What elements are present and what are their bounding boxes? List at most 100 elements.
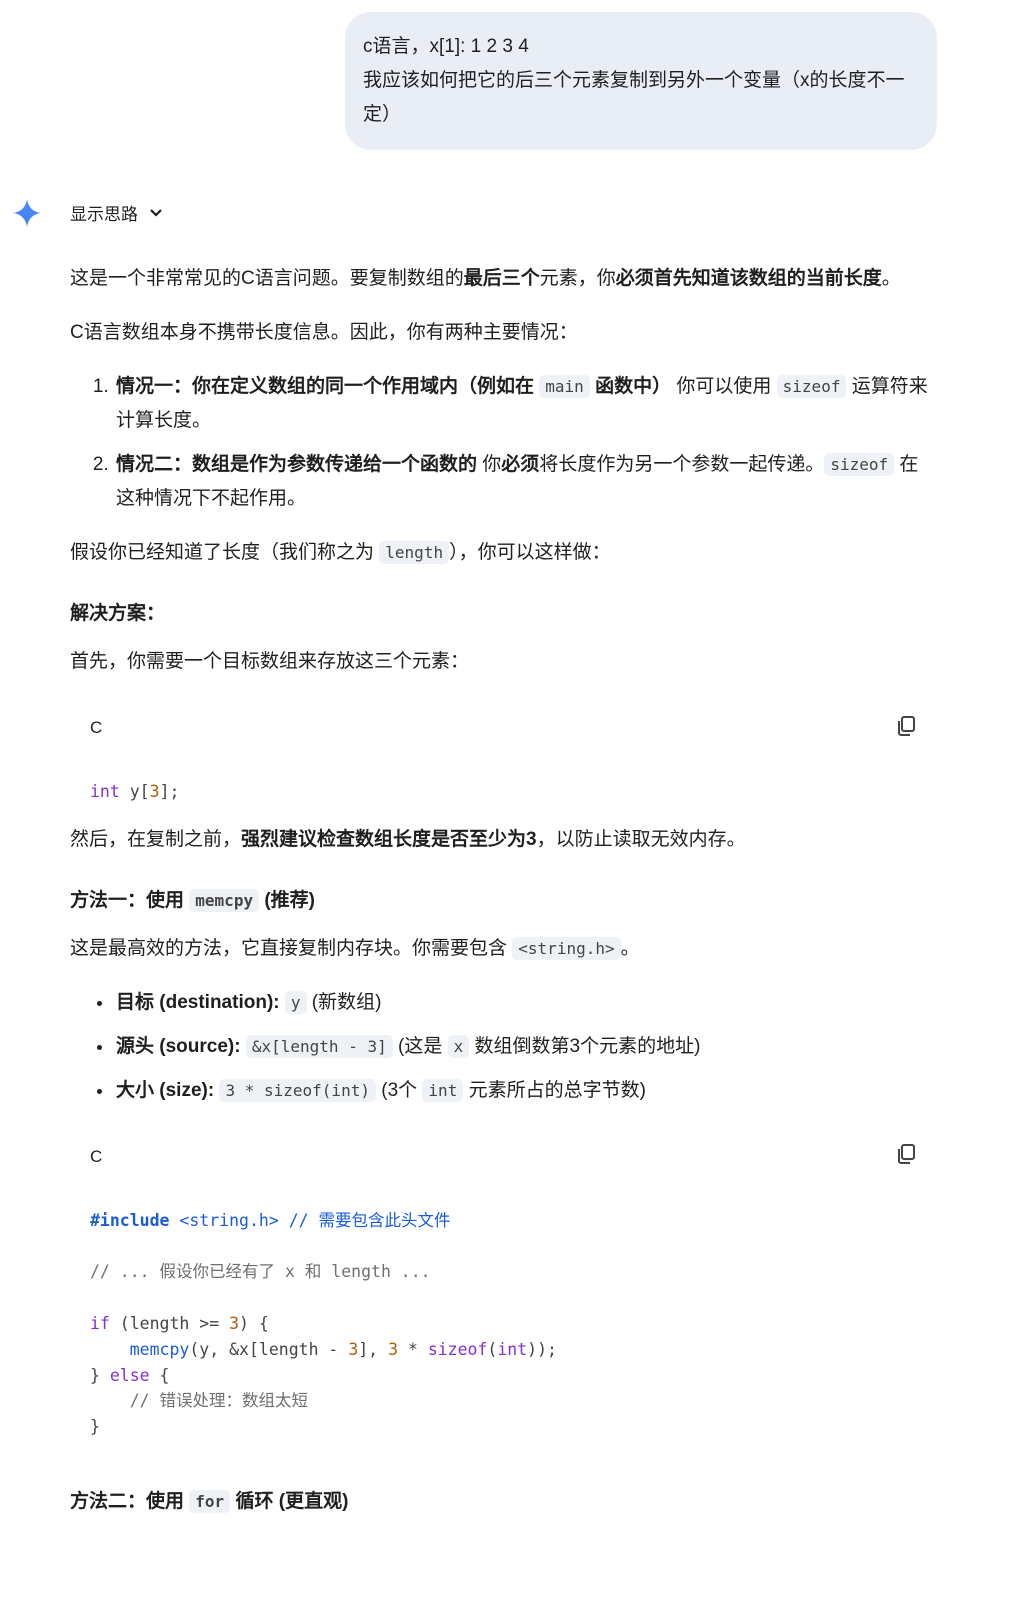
text: 然后，在复制之前， (70, 828, 242, 850)
list-item: 大小 (size): 3 * sizeof(int) (3个 int 元素所占的… (114, 1074, 937, 1108)
chevron-down-icon (150, 208, 162, 217)
code-language-label: C (90, 718, 103, 737)
code-token: 3 (388, 1339, 398, 1359)
code-line: #include <string.h> // 需要包含此头文件 (90, 1208, 917, 1234)
copy-icon (898, 715, 915, 736)
code-line: } (90, 1414, 917, 1440)
inline-code: 3 * sizeof(int) (219, 1078, 376, 1102)
user-message-line: c语言，x[1]: 1 2 3 4 (363, 36, 529, 57)
text: (这是 (392, 1035, 448, 1057)
paragraph: 这是最高效的方法，它直接复制内存块。你需要包含 <string.h>。 (70, 932, 937, 966)
bold-text: 情况一：你在定义数组的同一个作用域内（例如在 (116, 376, 540, 397)
bold-text: (推荐) (259, 889, 316, 911)
code-token: (length >= (109, 1313, 230, 1333)
inline-code: length (379, 541, 450, 564)
bold-text: 必须 (501, 454, 540, 475)
inline-code: memcpy (189, 888, 260, 912)
text: 这是最高效的方法，它直接复制内存块。你需要包含 (70, 937, 513, 959)
code-token: else (109, 1365, 150, 1385)
user-message-bubble: c语言，x[1]: 1 2 3 4 我应该如何把它的后三个元素复制到另外一个变量… (345, 12, 937, 150)
bold-text: 循环 (更直观) (230, 1490, 349, 1512)
inline-code: sizeof (824, 453, 895, 476)
bold-text: 函数中） (589, 376, 672, 397)
code-line: // 错误处理：数组太短 (90, 1388, 917, 1414)
code-token: 3 (229, 1313, 240, 1333)
text: 首先，你需要一个目标数组来存放这三个元素： (70, 651, 470, 672)
code-line: int y[3]; (90, 779, 917, 805)
text: 。 (620, 937, 640, 959)
text: 这是一个非常常见的C语言问题。要复制数组的 (70, 268, 464, 289)
code-token: * (398, 1339, 428, 1359)
code-body: #include <string.h> // 需要包含此头文件 // ... 假… (70, 1190, 937, 1458)
text: ），你可以这样做： (449, 542, 611, 563)
code-token: // 错误处理：数组太短 (129, 1391, 309, 1411)
bold-text: 大小 (size): (116, 1079, 215, 1101)
show-thoughts-label: 显示思路 (70, 205, 138, 224)
text: 数组倒数第3个元素的地址) (469, 1035, 701, 1057)
code-token: <string.h> // 需要包含此头文件 (169, 1210, 451, 1230)
inline-code: x (447, 1034, 470, 1058)
copy-code-button[interactable] (895, 715, 917, 742)
bold-text: 方法一：使用 (70, 889, 190, 911)
text: (3个 (375, 1079, 423, 1101)
code-token: 3 (348, 1339, 359, 1359)
bold-text: 目标 (destination): (116, 991, 280, 1013)
paragraph: 然后，在复制之前，强烈建议检查数组长度是否至少为3，以防止读取无效内存。 (70, 823, 937, 857)
gemini-sparkle-icon (13, 199, 41, 227)
code-token: ( (487, 1339, 498, 1359)
paragraph: 首先，你需要一个目标数组来存放这三个元素： (70, 645, 937, 679)
inline-code: int (422, 1078, 464, 1102)
list-item: 源头 (source): &x[length - 3] (这是 x 数组倒数第3… (114, 1030, 937, 1064)
code-block: C #include <string.h> // 需要包含此头文件 // ... … (70, 1128, 937, 1458)
bullet-list: 目标 (destination): y (新数组) 源头 (source): &x… (70, 986, 937, 1108)
bold-text: 强烈建议检查数组长度是否至少为3 (241, 828, 537, 850)
text: (新数组) (306, 991, 382, 1013)
list-item: 情况一：你在定义数组的同一个作用域内（例如在 main 函数中） 你可以使用 s… (114, 370, 937, 438)
copy-code-button[interactable] (895, 1143, 917, 1170)
code-token: memcpy (129, 1339, 190, 1359)
text: 你可以使用 (671, 376, 777, 397)
list-item: 情况二：数组是作为参数传递给一个函数的 你必须将长度作为另一个参数一起传递。si… (114, 448, 937, 516)
code-token: ], (358, 1339, 389, 1359)
code-token: } (90, 1417, 100, 1437)
user-message-line: 我应该如何把它的后三个元素复制到另外一个变量（x的长度不一定） (363, 70, 905, 125)
list-item: 目标 (destination): y (新数组) (114, 986, 937, 1020)
code-token: 3 (149, 782, 160, 801)
code-token: int (497, 1339, 528, 1359)
text: 假设你已经知道了长度（我们称之为 (70, 542, 380, 563)
section-heading: 方法一：使用 memcpy (推荐) (70, 885, 937, 912)
copy-icon (898, 1144, 915, 1165)
code-token: int (90, 782, 120, 801)
show-thoughts-toggle[interactable]: 显示思路 (70, 200, 164, 225)
code-body: int y[3]; (70, 761, 937, 823)
text: ，以防止读取无效内存。 (536, 828, 746, 850)
code-token: if (90, 1313, 110, 1333)
code-token: )); (527, 1339, 557, 1359)
paragraph: 假设你已经知道了长度（我们称之为 length ），你可以这样做： (70, 536, 937, 570)
bold-text: 最后三个 (463, 268, 540, 289)
code-token: y[ (119, 782, 150, 801)
section-heading: 解决方案： (70, 598, 937, 625)
section-heading: 方法二：使用 for 循环 (更直观) (70, 1486, 937, 1513)
response-content: 这是一个非常常见的C语言问题。要复制数组的最后三个元素，你必须首先知道该数组的当… (70, 262, 937, 1533)
text: 。 (881, 268, 901, 289)
code-line: if (length >= 3) { (90, 1311, 917, 1337)
bold-text: 方法二：使用 (70, 1490, 190, 1512)
code-line: memcpy(y, &x[length - 3], 3 * sizeof(int… (90, 1337, 917, 1363)
inline-code: &x[length - 3] (245, 1034, 393, 1058)
code-line: // ... 假设你已经有了 x 和 length ... (90, 1259, 917, 1285)
code-language-label: C (90, 1146, 103, 1166)
bold-text: 情况二：数组是作为参数传递给一个函数的 (116, 454, 478, 475)
code-block-header: C (70, 1128, 937, 1190)
code-line: } else { (90, 1363, 917, 1389)
code-block: Cint y[3]; (70, 699, 937, 823)
code-block-header: C (70, 699, 937, 761)
code-token: ) { (239, 1313, 269, 1333)
paragraph: 这是一个非常常见的C语言问题。要复制数组的最后三个元素，你必须首先知道该数组的当… (70, 262, 937, 296)
inline-code: main (539, 375, 590, 398)
text: 你 (477, 454, 502, 475)
code-token: // ... 假设你已经有了 x 和 length ... (90, 1262, 431, 1282)
